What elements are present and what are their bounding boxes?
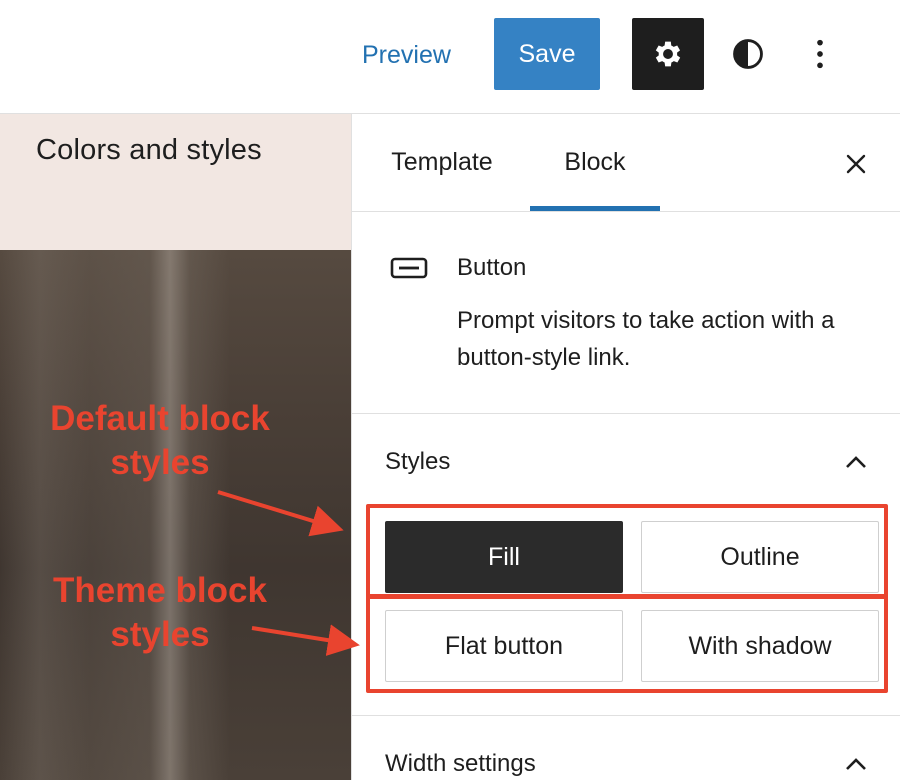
default-styles-highlight-box [366,504,888,599]
annotation-default-styles: Default block styles [10,397,310,485]
settings-button[interactable] [632,18,704,90]
more-options-button[interactable] [790,22,850,86]
annotation-default-line1: Default block [50,399,270,438]
sidebar-tabs: Template Block [352,114,900,212]
half-circle-contrast-icon [733,39,763,69]
styles-panel: Styles Fill Outline Flat button With sha… [352,414,900,716]
block-card: Button Prompt visitors to take action wi… [352,212,900,414]
tab-block[interactable]: Block [530,114,660,211]
close-icon [846,154,866,174]
canvas-heading[interactable]: Colors and styles [36,134,262,167]
width-settings-title[interactable]: Width settings [385,750,536,778]
settings-sidebar: Template Block Button Prompt visitors to… [351,114,900,780]
gear-icon [655,41,681,67]
theme-styles-highlight-box [366,594,888,693]
annotation-theme-line2: styles [110,615,210,654]
close-sidebar-button[interactable] [836,144,876,184]
annotation-theme-line1: Theme block [53,571,267,610]
block-title: Button [457,254,527,281]
save-button[interactable]: Save [494,18,600,90]
editor-header: Preview Save [0,0,900,114]
preview-button[interactable]: Preview [352,36,461,74]
button-block-icon [390,257,428,279]
chevron-up-icon [846,456,866,468]
styles-panel-title[interactable]: Styles [385,448,450,476]
width-settings-panel: Width settings [352,716,900,780]
canvas-header-block[interactable]: Colors and styles [0,114,351,250]
block-description: Prompt visitors to take action with a bu… [457,307,835,371]
tab-template[interactable]: Template [368,114,516,211]
vertical-ellipsis-icon [817,39,823,69]
annotation-default-line2: styles [110,443,210,482]
styles-panel-toggle[interactable] [838,444,874,480]
editor-canvas: Colors and styles Default block styles T… [0,114,351,780]
canvas-background-image[interactable] [0,250,351,780]
styles-button[interactable] [716,22,780,86]
width-settings-toggle[interactable] [838,746,874,782]
annotation-theme-styles: Theme block styles [10,569,310,657]
chevron-up-icon [846,758,866,770]
